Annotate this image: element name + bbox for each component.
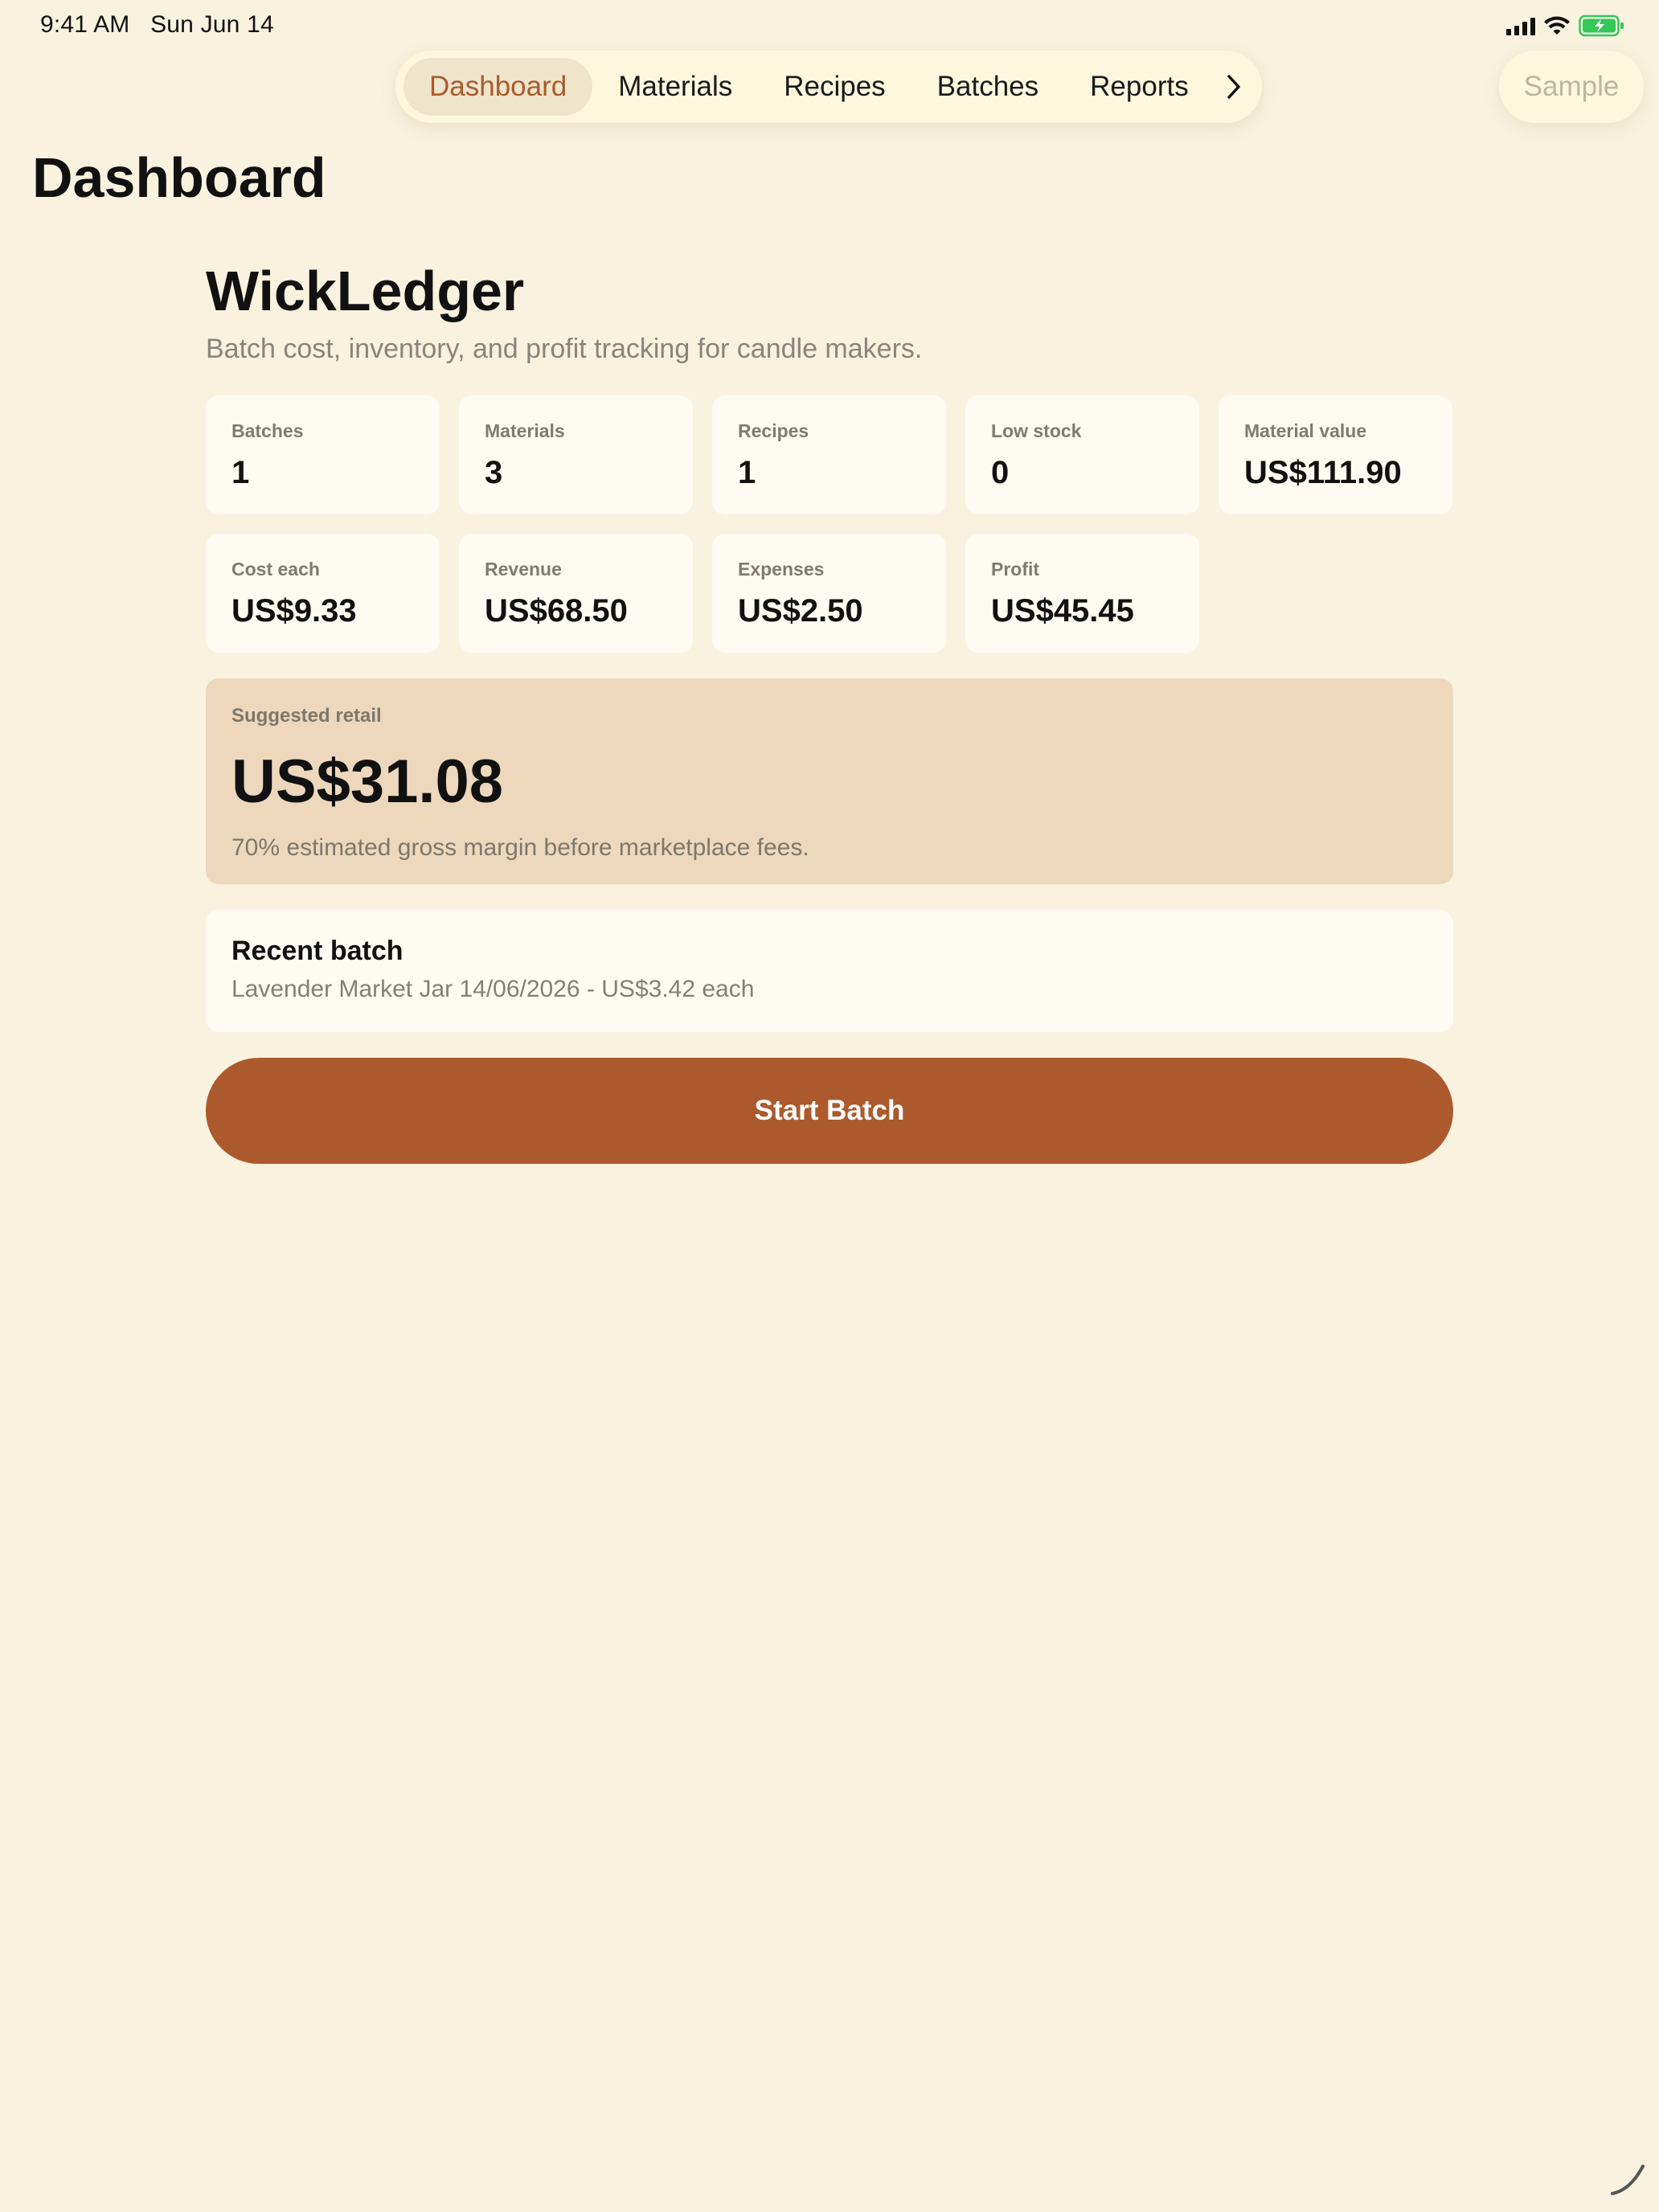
stat-label: Batches xyxy=(231,420,304,441)
stat-label: Material value xyxy=(1244,420,1367,441)
status-time: 9:41 AM xyxy=(40,11,130,38)
stat-card-low-stock: Low stock 0 xyxy=(965,395,1199,514)
suggested-retail-card: Suggested retail US$31.08 70% estimated … xyxy=(206,678,1453,884)
stats-grid: Batches 1 Materials 3 Recipes 1 Low stoc… xyxy=(206,395,1453,653)
stat-value: US$45.45 xyxy=(991,593,1134,629)
top-tab-bar: Dashboard Materials Recipes Batches Repo… xyxy=(395,51,1262,123)
tab-batches[interactable]: Batches xyxy=(911,58,1064,116)
stat-value: US$68.50 xyxy=(485,593,628,629)
battery-charging-icon xyxy=(1579,14,1625,37)
stat-label: Materials xyxy=(485,420,565,441)
stat-label: Expenses xyxy=(738,559,825,580)
stat-label: Cost each xyxy=(231,559,320,580)
wifi-icon xyxy=(1543,15,1571,36)
stat-card-material-value: Material value US$111.90 xyxy=(1219,395,1452,514)
stat-card-expenses: Expenses US$2.50 xyxy=(712,534,946,653)
sample-button[interactable]: Sample xyxy=(1499,51,1644,123)
stat-label: Recipes xyxy=(738,420,809,441)
app-title: WickLedger xyxy=(206,260,525,322)
app-subtitle: Batch cost, inventory, and profit tracki… xyxy=(206,334,923,364)
stat-label: Revenue xyxy=(485,559,562,580)
suggested-retail-value: US$31.08 xyxy=(231,748,504,816)
stat-value: US$111.90 xyxy=(1244,455,1402,490)
page-title: Dashboard xyxy=(32,146,326,209)
stat-card-cost-each: Cost each US$9.33 xyxy=(206,534,440,653)
chevron-right-icon xyxy=(1227,75,1241,99)
status-time-date: 9:41 AM Sun Jun 14 xyxy=(40,11,274,39)
stat-card-materials: Materials 3 xyxy=(459,395,693,514)
stat-card-batches: Batches 1 xyxy=(206,395,440,514)
stat-card-revenue: Revenue US$68.50 xyxy=(459,534,693,653)
status-icons xyxy=(1506,14,1625,37)
stat-card-recipes: Recipes 1 xyxy=(712,395,946,514)
tab-dashboard[interactable]: Dashboard xyxy=(403,58,593,116)
stat-card-profit: Profit US$45.45 xyxy=(965,534,1199,653)
recent-batch-detail: Lavender Market Jar 14/06/2026 - US$3.42… xyxy=(231,976,755,1002)
dashboard-content: WickLedger Batch cost, inventory, and pr… xyxy=(206,256,1453,1164)
stat-label: Profit xyxy=(991,559,1040,580)
cellular-signal-icon xyxy=(1506,16,1535,35)
tab-recipes[interactable]: Recipes xyxy=(758,58,911,116)
status-date: Sun Jun 14 xyxy=(150,11,274,38)
start-batch-button[interactable]: Start Batch xyxy=(206,1058,1453,1164)
stat-value: 1 xyxy=(231,455,250,490)
tab-reports[interactable]: Reports xyxy=(1064,58,1215,116)
suggested-retail-label: Suggested retail xyxy=(231,705,382,727)
recent-batch-card[interactable]: Recent batch Lavender Market Jar 14/06/2… xyxy=(206,910,1453,1032)
stat-value: 3 xyxy=(485,455,503,490)
pencil-indicator-icon xyxy=(1606,2155,1651,2204)
stat-label: Low stock xyxy=(991,420,1082,441)
stat-value: 1 xyxy=(738,455,756,490)
tab-materials[interactable]: Materials xyxy=(592,58,758,116)
tab-more-button[interactable] xyxy=(1215,58,1254,116)
stat-value: 0 xyxy=(991,455,1010,490)
recent-batch-title: Recent batch xyxy=(231,936,403,966)
suggested-retail-note: 70% estimated gross margin before market… xyxy=(231,834,809,861)
stat-value: US$2.50 xyxy=(738,593,863,629)
stat-value: US$9.33 xyxy=(231,593,357,629)
